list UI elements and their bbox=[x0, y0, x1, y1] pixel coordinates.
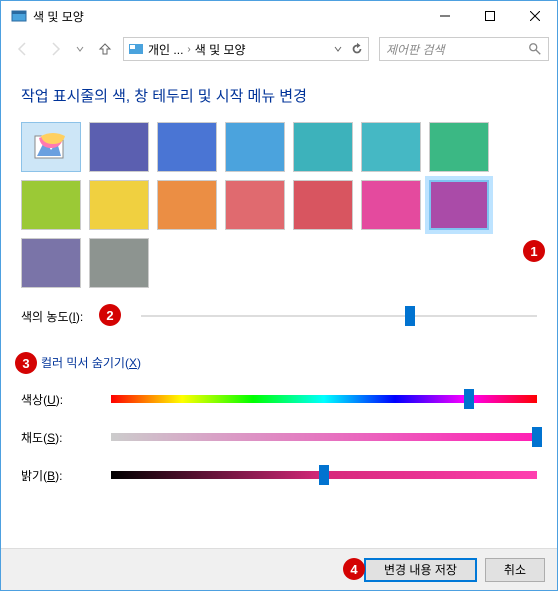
brightness-label: 밝기(B): bbox=[21, 467, 111, 484]
brightness-row: 밝기(B): bbox=[21, 465, 537, 485]
titlebar: 색 및 모양 bbox=[1, 1, 557, 31]
cancel-button[interactable]: 취소 bbox=[485, 558, 545, 582]
breadcrumb-item[interactable]: 개인 ... bbox=[148, 41, 183, 58]
hue-slider[interactable] bbox=[111, 389, 537, 409]
annotation-marker: 3 bbox=[15, 352, 37, 374]
color-swatch-purple[interactable] bbox=[429, 180, 489, 230]
hue-row: 색상(U): bbox=[21, 389, 537, 409]
button-bar: 4 변경 내용 저장 취소 bbox=[1, 548, 557, 590]
color-swatch-green[interactable] bbox=[429, 122, 489, 172]
saturation-label: 채도(S): bbox=[21, 429, 111, 446]
color-swatch-orange[interactable] bbox=[157, 180, 217, 230]
up-button[interactable] bbox=[91, 35, 119, 63]
color-swatch-pink[interactable] bbox=[225, 180, 285, 230]
chevron-down-icon[interactable] bbox=[334, 45, 342, 53]
intensity-row: 색의 농도(I): 2 bbox=[21, 306, 537, 326]
back-button[interactable] bbox=[9, 35, 37, 63]
color-swatch-grid: 1 bbox=[21, 122, 537, 288]
content-area: 작업 표시줄의 색, 창 테두리 및 시작 메뉴 변경 1 색의 농도(I): … bbox=[1, 67, 557, 495]
brightness-slider[interactable] bbox=[111, 465, 537, 485]
window-icon bbox=[11, 8, 27, 24]
search-input[interactable]: 제어판 검색 bbox=[379, 37, 549, 61]
color-swatch-violet[interactable] bbox=[21, 238, 81, 288]
color-swatch-magenta[interactable] bbox=[361, 180, 421, 230]
annotation-marker: 1 bbox=[523, 240, 545, 262]
minimize-button[interactable] bbox=[422, 1, 467, 31]
window-title: 색 및 모양 bbox=[33, 8, 422, 25]
history-dropdown[interactable] bbox=[73, 35, 87, 63]
breadcrumb-item[interactable]: 색 및 모양 bbox=[195, 41, 246, 58]
refresh-icon[interactable] bbox=[350, 42, 364, 56]
personalization-icon bbox=[128, 41, 144, 57]
window-controls bbox=[422, 1, 557, 31]
color-swatch-blue[interactable] bbox=[157, 122, 217, 172]
saturation-row: 채도(S): bbox=[21, 427, 537, 447]
color-swatch-red[interactable] bbox=[293, 180, 353, 230]
color-swatch-teal[interactable] bbox=[293, 122, 353, 172]
navigation-toolbar: 개인 ... › 색 및 모양 제어판 검색 bbox=[1, 31, 557, 67]
color-swatch-lime[interactable] bbox=[21, 180, 81, 230]
saturation-slider[interactable] bbox=[111, 427, 537, 447]
search-placeholder: 제어판 검색 bbox=[386, 41, 528, 58]
intensity-label: 색의 농도(I): bbox=[21, 308, 111, 325]
hue-label: 색상(U): bbox=[21, 391, 111, 408]
annotation-marker: 2 bbox=[99, 304, 121, 326]
color-swatch-yellow[interactable] bbox=[89, 180, 149, 230]
color-swatch-indigo[interactable] bbox=[89, 122, 149, 172]
search-icon bbox=[528, 42, 542, 56]
breadcrumb-separator-icon: › bbox=[187, 44, 190, 55]
mixer-toggle-row: 3 컬러 믹서 숨기기(X) bbox=[21, 354, 537, 371]
page-title: 작업 표시줄의 색, 창 테두리 및 시작 메뉴 변경 bbox=[21, 85, 537, 106]
auto-color-icon bbox=[31, 130, 71, 164]
intensity-slider[interactable] bbox=[141, 306, 537, 326]
address-bar[interactable]: 개인 ... › 색 및 모양 bbox=[123, 37, 369, 61]
close-button[interactable] bbox=[512, 1, 557, 31]
color-swatch-gray[interactable] bbox=[89, 238, 149, 288]
color-swatch-sky[interactable] bbox=[225, 122, 285, 172]
color-mixer-toggle-link[interactable]: 컬러 믹서 숨기기(X) bbox=[41, 354, 141, 371]
save-button[interactable]: 변경 내용 저장 bbox=[364, 558, 477, 582]
forward-button[interactable] bbox=[41, 35, 69, 63]
color-swatch-cyan[interactable] bbox=[361, 122, 421, 172]
maximize-button[interactable] bbox=[467, 1, 512, 31]
annotation-marker: 4 bbox=[343, 558, 365, 580]
color-swatch-auto[interactable] bbox=[21, 122, 81, 172]
